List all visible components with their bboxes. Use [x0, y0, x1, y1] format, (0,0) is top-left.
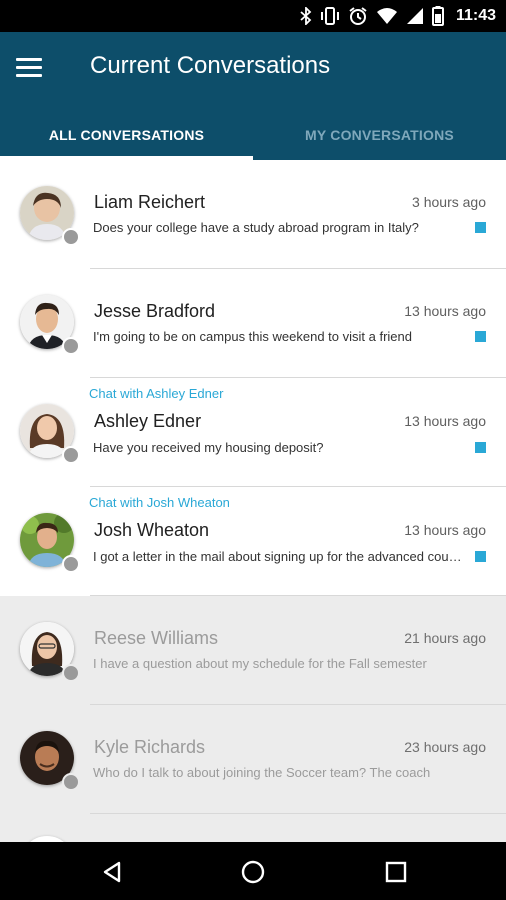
- timestamp: 23 hours ago: [404, 739, 486, 755]
- navigation-bar: [0, 842, 506, 900]
- alarm-icon: [348, 6, 368, 26]
- conversation-row[interactable]: Chat with Josh Wheaton Josh Wheaton 13 h…: [0, 487, 506, 596]
- presence-indicator: [62, 337, 80, 355]
- conversation-row[interactable]: Reese Williams 21 hours ago I have a que…: [0, 596, 506, 705]
- contact-name: Liam Reichert: [94, 192, 206, 212]
- bluetooth-icon: [300, 7, 312, 25]
- message-preview: Who do I talk to about joining the Socce…: [93, 765, 431, 780]
- message-preview: I'm going to be on campus this weekend t…: [93, 329, 412, 344]
- contact-name: Reese Williams: [94, 628, 219, 648]
- chat-with-label: Chat with Ashley Edner: [89, 386, 224, 401]
- tab-bar: ALL CONVERSATIONS MY CONVERSATIONS: [0, 110, 506, 160]
- vibrate-icon: [320, 7, 340, 25]
- page-title: Current Conversations: [90, 52, 331, 79]
- contact-name: Jesse Bradford: [94, 301, 216, 321]
- presence-indicator: [62, 773, 80, 791]
- chat-with-label: Chat with Josh Wheaton: [89, 495, 230, 510]
- battery-icon: [431, 6, 444, 26]
- home-icon[interactable]: [237, 856, 269, 888]
- timestamp: 21 hours ago: [404, 630, 486, 646]
- signal-icon: [406, 7, 424, 25]
- message-preview: I have a question about my schedule for …: [93, 656, 427, 671]
- unread-indicator: [475, 551, 486, 562]
- status-time: 11:43: [455, 7, 496, 24]
- presence-indicator: [62, 446, 80, 464]
- hamburger-menu-icon[interactable]: [16, 50, 54, 84]
- recents-icon[interactable]: [380, 856, 412, 888]
- presence-indicator: [62, 555, 80, 573]
- conversation-list: Liam Reichert 3 hours ago Does your coll…: [0, 160, 506, 842]
- timestamp: 13 hours ago: [404, 303, 486, 319]
- contact-name: Kyle Richards: [94, 737, 206, 757]
- conversation-row[interactable]: [0, 814, 506, 842]
- timestamp: 3 hours ago: [412, 194, 486, 210]
- message-preview: Does your college have a study abroad pr…: [93, 220, 419, 235]
- app-bar: Current Conversations ALL CONVERSATIONS …: [0, 32, 506, 160]
- status-bar: 11:43: [0, 0, 506, 32]
- message-preview: Have you received my housing deposit?: [93, 440, 324, 455]
- presence-indicator: [62, 228, 80, 246]
- timestamp: 13 hours ago: [404, 522, 486, 538]
- conversation-row[interactable]: Chat with Ashley Edner Ashley Edner 13 h…: [0, 378, 506, 487]
- wifi-icon: [376, 7, 398, 25]
- contact-name: Ashley Edner: [94, 411, 202, 431]
- contact-name: Josh Wheaton: [94, 520, 210, 540]
- conversation-row[interactable]: Kyle Richards 23 hours ago Who do I talk…: [0, 705, 506, 814]
- tab-all-conversations[interactable]: ALL CONVERSATIONS: [0, 110, 253, 160]
- tab-my-conversations[interactable]: MY CONVERSATIONS: [253, 110, 506, 160]
- message-preview: I got a letter in the mail about signing…: [93, 549, 463, 564]
- status-icons: 11:43: [300, 0, 496, 32]
- presence-indicator: [62, 664, 80, 682]
- unread-indicator: [475, 331, 486, 342]
- conversation-row[interactable]: Liam Reichert 3 hours ago Does your coll…: [0, 160, 506, 269]
- unread-indicator: [475, 442, 486, 453]
- conversation-row[interactable]: Jesse Bradford 13 hours ago I'm going to…: [0, 269, 506, 378]
- timestamp: 13 hours ago: [404, 413, 486, 429]
- unread-indicator: [475, 222, 486, 233]
- back-icon[interactable]: [96, 856, 128, 888]
